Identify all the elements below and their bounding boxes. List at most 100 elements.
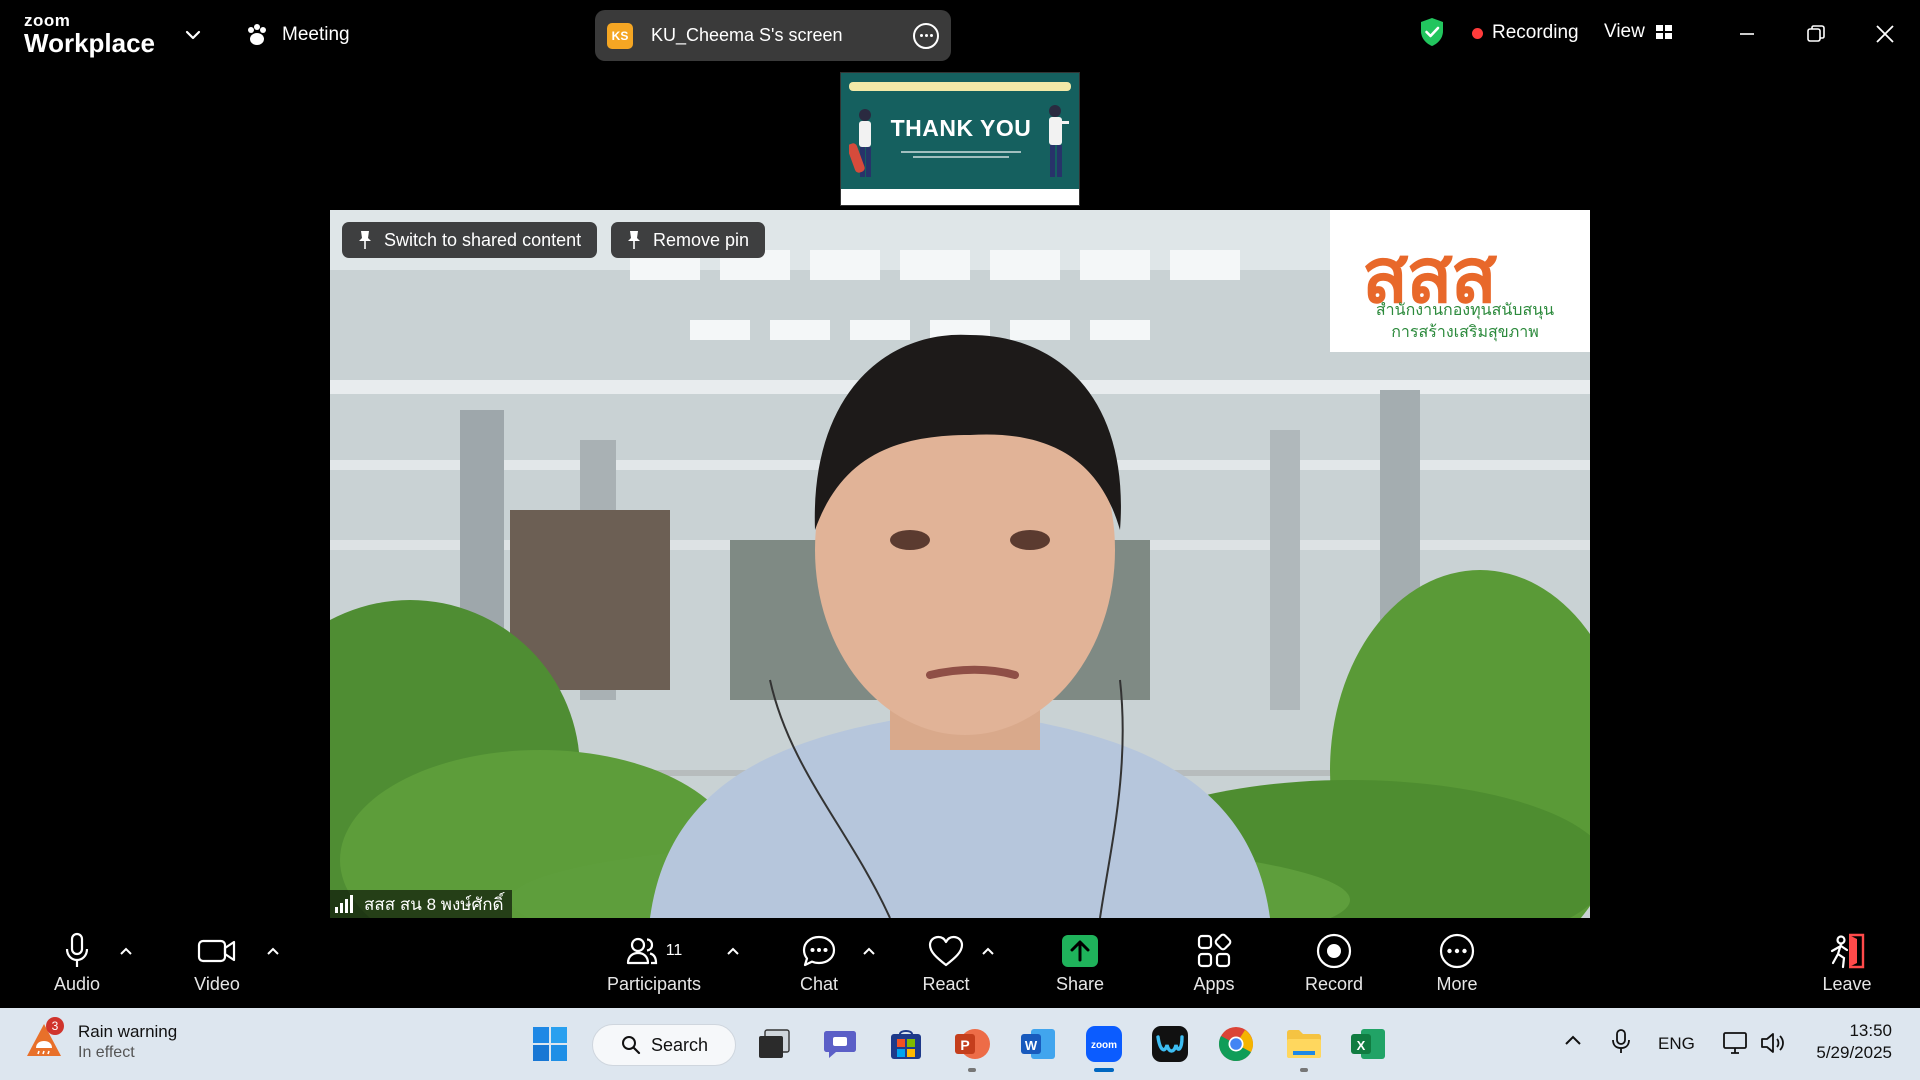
heart-icon: [928, 935, 964, 967]
switch-to-shared-content-button[interactable]: Switch to shared content: [342, 222, 598, 258]
zoom-workplace-logo: zoom Workplace: [24, 12, 155, 56]
view-button[interactable]: View: [1604, 21, 1673, 43]
video-options-caret-icon[interactable]: [264, 942, 282, 960]
microphone-tray-icon[interactable]: [1610, 1028, 1632, 1056]
task-view-button[interactable]: [752, 1022, 796, 1066]
react-options-caret-icon[interactable]: [979, 942, 997, 960]
windows-start-button[interactable]: [528, 1022, 572, 1066]
network-icon[interactable]: [1722, 1030, 1748, 1056]
participant-name: สสส สน 8 พงษ์ศักดิ์: [364, 894, 504, 914]
weather-icon-wrap: 3: [24, 1017, 68, 1064]
grid-icon: [1655, 25, 1672, 39]
minimize-icon: [1740, 33, 1754, 35]
powerpoint-icon: P: [955, 1029, 990, 1059]
word-app[interactable]: W: [1016, 1022, 1060, 1066]
shared-screen-indicator[interactable]: KS KU_Cheema S's screen: [595, 10, 951, 61]
view-label: View: [1604, 21, 1645, 42]
video-label: Video: [194, 974, 240, 994]
record-button[interactable]: Record: [1279, 930, 1389, 1002]
windows-taskbar: 3 Rain warning In effect Search P W zoom…: [0, 1008, 1920, 1080]
more-button[interactable]: More: [1402, 930, 1512, 1002]
react-label: React: [922, 974, 970, 994]
share-button[interactable]: Share: [1025, 930, 1135, 1002]
zoom-app-icon: zoom: [1086, 1026, 1122, 1062]
powerpoint-app[interactable]: P: [950, 1022, 994, 1072]
chat-options-caret-icon[interactable]: [860, 942, 878, 960]
search-icon: [622, 1036, 641, 1055]
file-explorer-app[interactable]: [1282, 1022, 1326, 1072]
chrome-icon: [1218, 1027, 1253, 1062]
more-options-icon[interactable]: [913, 22, 939, 49]
word-icon: W: [1021, 1029, 1055, 1059]
volume-icon[interactable]: [1759, 1030, 1787, 1056]
excel-app[interactable]: X: [1346, 1022, 1390, 1066]
react-button[interactable]: React: [891, 930, 1001, 1002]
store-app[interactable]: [884, 1022, 928, 1066]
svg-text:W: W: [1025, 1038, 1038, 1053]
recording-label: Recording: [1492, 22, 1579, 43]
recording-dot-icon: [1472, 27, 1483, 39]
chrome-app[interactable]: [1214, 1022, 1258, 1066]
remove-pin-button[interactable]: Remove pin: [611, 222, 766, 258]
folder-icon: [1287, 1030, 1321, 1058]
participant-video[interactable]: Switch to shared content Remove pin สสส …: [330, 210, 1590, 918]
restore-icon: [1807, 25, 1825, 42]
logo-workplace-text: Workplace: [24, 28, 156, 58]
player-figure-icon: [1049, 105, 1069, 177]
close-button[interactable]: [1867, 16, 1903, 52]
logo-line-2: การสร้างเสริมสุขภาพ: [1391, 324, 1539, 341]
svg-text:zoom: zoom: [1091, 1040, 1117, 1051]
chat-label: Chat: [799, 974, 839, 994]
webex-app[interactable]: [1148, 1022, 1192, 1066]
search-label: Search: [651, 1034, 709, 1055]
video-button[interactable]: Video: [162, 930, 272, 1002]
close-icon: [1876, 25, 1894, 43]
title-bar: zoom Workplace Meeting KS KU_Cheema S's …: [0, 0, 1920, 68]
remove-pin-label: Remove pin: [653, 229, 750, 250]
pin-icon: [359, 231, 371, 249]
restore-button[interactable]: [1798, 16, 1834, 52]
input-language[interactable]: ENG: [1658, 1034, 1695, 1054]
teams-app[interactable]: [818, 1022, 862, 1066]
slide-footer: [841, 189, 1079, 205]
leave-button[interactable]: Leave: [1792, 930, 1902, 1002]
more-label: More: [1436, 974, 1478, 994]
audio-button[interactable]: Audio: [22, 930, 132, 1002]
record-icon: [1316, 933, 1352, 969]
slide-banner: [849, 82, 1071, 91]
minimize-button[interactable]: [1729, 16, 1765, 52]
shield-check-icon[interactable]: [1419, 17, 1445, 47]
recording-indicator[interactable]: Recording: [1472, 22, 1579, 44]
share-label: Share: [1055, 974, 1105, 994]
participants-icon: [626, 937, 657, 965]
store-icon: [891, 1030, 921, 1059]
show-hidden-icons-icon[interactable]: [1562, 1030, 1584, 1052]
chevron-down-icon[interactable]: [182, 24, 204, 46]
participant-name-tag: สสส สน 8 พงษ์ศักดิ์: [330, 890, 512, 918]
apps-icon: [1197, 933, 1232, 968]
excel-icon: X: [1351, 1029, 1385, 1059]
participants-button[interactable]: 11 Participants: [599, 930, 709, 1002]
zoom-app[interactable]: zoom: [1082, 1022, 1126, 1072]
weather-widget[interactable]: 3 Rain warning In effect: [24, 1017, 178, 1064]
thaihealth-logo: สสส สำนักงานกองทุนสนับสนุน การสร้างเสริม…: [1330, 210, 1590, 352]
participants-options-caret-icon[interactable]: [724, 942, 742, 960]
weather-alert-badge: 3: [46, 1017, 64, 1035]
record-label: Record: [1304, 974, 1364, 994]
svg-text:P: P: [960, 1037, 969, 1053]
apps-label: Apps: [1193, 974, 1235, 994]
meeting-menu[interactable]: Meeting: [244, 20, 350, 50]
taskbar-search[interactable]: Search: [592, 1024, 736, 1066]
chat-app-icon: [824, 1031, 856, 1058]
sharer-avatar: KS: [607, 22, 633, 49]
weather-title: Rain warning: [78, 1022, 178, 1041]
logo-zoom-text: zoom: [24, 11, 71, 30]
apps-button[interactable]: Apps: [1159, 930, 1269, 1002]
shared-content-thumbnail[interactable]: THANK YOU: [840, 72, 1080, 206]
signal-strength-icon: [335, 895, 353, 913]
windows-logo-icon: [533, 1027, 567, 1061]
microphone-icon: [65, 932, 89, 967]
system-clock[interactable]: 13:50 5/29/2025: [1800, 1020, 1892, 1064]
audio-options-caret-icon[interactable]: [117, 942, 135, 960]
chat-button[interactable]: Chat: [764, 930, 874, 1002]
